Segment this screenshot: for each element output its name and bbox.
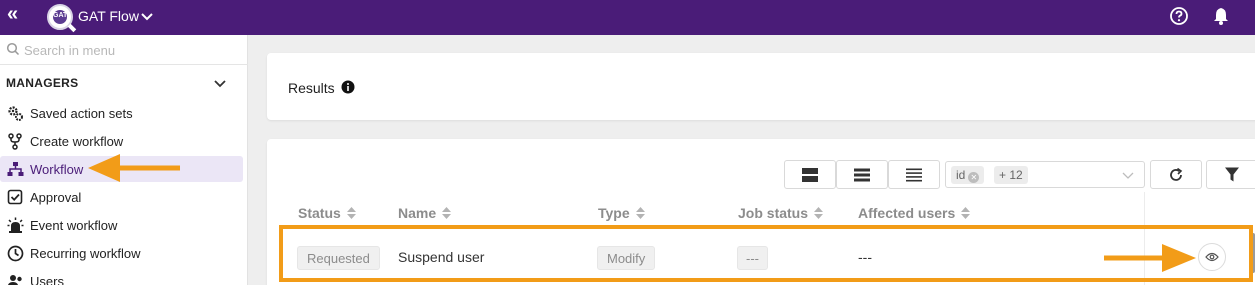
notification-bell-icon[interactable]	[1211, 6, 1231, 26]
density-medium-icon	[854, 168, 870, 181]
column-chip-id[interactable]: id ✕	[951, 166, 985, 184]
alarm-light-icon	[7, 217, 24, 233]
column-header-job-status[interactable]: Job status	[738, 205, 824, 221]
app-logo: GAT	[47, 4, 77, 33]
chevron-down-icon	[1122, 172, 1134, 179]
annotation-arrow-right	[1104, 244, 1196, 272]
column-header-status[interactable]: Status	[298, 205, 356, 221]
gears-icon	[8, 106, 23, 121]
collapse-sidebar-icon[interactable]: «	[7, 4, 18, 24]
checkbox-icon	[7, 189, 23, 205]
annotation-arrow-left	[88, 154, 180, 182]
sidebar-item-event-workflow[interactable]: Event workflow	[0, 212, 242, 238]
results-card: Results	[267, 53, 1255, 120]
remove-chip-icon[interactable]: ✕	[968, 172, 980, 183]
sidebar-item-saved-action-sets[interactable]: Saved action sets	[0, 100, 242, 126]
density-large-button[interactable]	[784, 160, 836, 189]
top-bar: « GAT GAT Flow	[0, 0, 1255, 35]
results-title: Results	[288, 80, 335, 96]
sidebar-item-recurring-workflow[interactable]: Recurring workflow	[0, 240, 242, 266]
chevron-down-icon[interactable]	[139, 8, 155, 24]
density-compact-button[interactable]	[888, 160, 940, 189]
sort-icon[interactable]	[346, 207, 356, 219]
chevron-down-icon[interactable]	[212, 75, 228, 91]
column-header-affected-users[interactable]: Affected users	[858, 205, 971, 221]
filter-icon	[1225, 167, 1239, 181]
sitemap-icon	[7, 162, 24, 176]
sort-icon[interactable]	[635, 207, 645, 219]
sort-icon[interactable]	[961, 207, 971, 219]
column-chip-more[interactable]: + 12	[994, 166, 1028, 184]
section-managers-title[interactable]: MANAGERS	[6, 76, 78, 90]
density-medium-button[interactable]	[836, 160, 888, 189]
app-name[interactable]: GAT Flow	[78, 8, 139, 24]
sidebar-item-create-workflow[interactable]: Create workflow	[0, 128, 242, 154]
filter-button[interactable]	[1206, 160, 1255, 189]
refresh-button[interactable]	[1150, 160, 1202, 189]
sort-icon[interactable]	[442, 207, 452, 219]
help-icon[interactable]	[1169, 6, 1189, 26]
sidebar-item-approval[interactable]: Approval	[0, 184, 242, 210]
menu-search-input[interactable]	[24, 40, 234, 60]
menu-search	[0, 35, 248, 65]
branch-icon	[8, 133, 22, 150]
sidebar-item-users[interactable]: Users	[0, 268, 242, 285]
info-icon[interactable]	[341, 80, 355, 94]
refresh-icon	[1170, 167, 1183, 181]
search-icon	[6, 42, 20, 56]
clock-icon	[7, 245, 24, 262]
sort-icon[interactable]	[814, 207, 824, 219]
users-icon	[8, 275, 22, 285]
density-large-icon	[802, 167, 818, 182]
density-compact-icon	[906, 168, 922, 181]
column-header-name[interactable]: Name	[398, 205, 452, 221]
column-header-type[interactable]: Type	[598, 205, 645, 221]
column-select[interactable]: id ✕ + 12	[945, 161, 1145, 188]
